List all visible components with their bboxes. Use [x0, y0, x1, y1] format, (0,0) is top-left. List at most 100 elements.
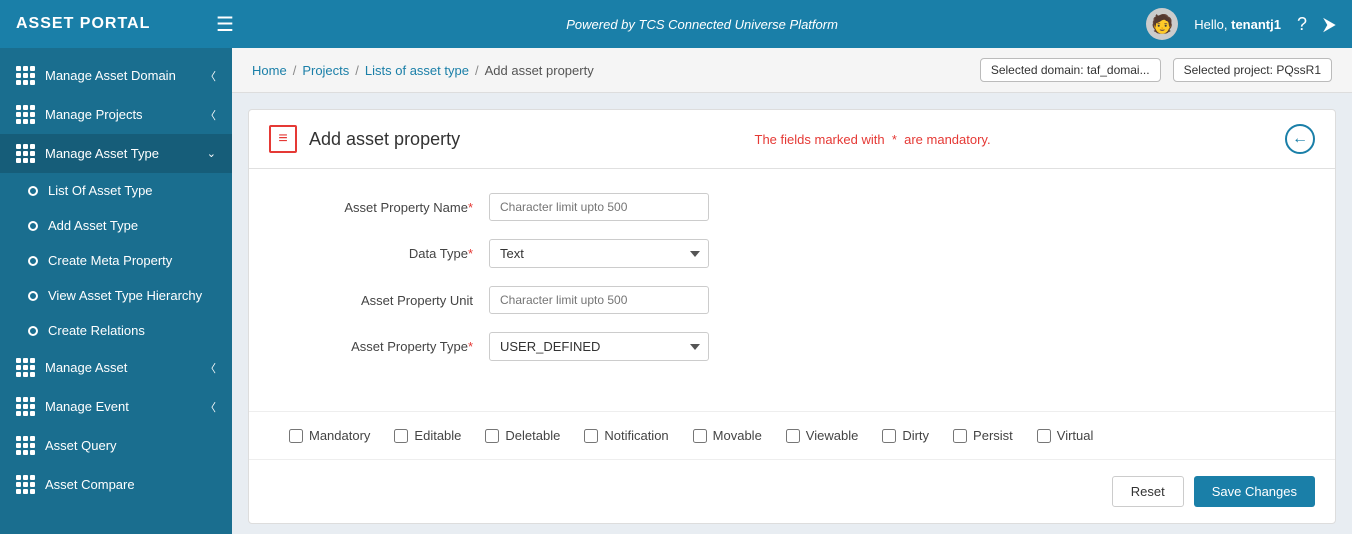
sidebar-item-manage-asset-domain[interactable]: Manage Asset Domain 〈	[0, 56, 232, 95]
unit-input[interactable]	[489, 286, 709, 314]
chevron-icon: 〈	[205, 399, 216, 415]
chevron-down-icon: ⌄	[207, 147, 216, 160]
sidebar-item-asset-query[interactable]: Asset Query	[0, 426, 232, 465]
avatar: 🧑	[1146, 8, 1178, 40]
sidebar-label: Create Relations	[48, 323, 145, 338]
data-type-select[interactable]: Text Number Boolean Date	[489, 239, 709, 268]
checkbox-deletable-input[interactable]	[485, 429, 499, 443]
checkbox-editable-input[interactable]	[394, 429, 408, 443]
app-logo: ASSET PORTAL	[16, 15, 216, 33]
checkbox-mandatory-input[interactable]	[289, 429, 303, 443]
grid-icon	[16, 358, 35, 377]
checkbox-row: Mandatory Editable Deletable Notificatio…	[249, 411, 1335, 459]
sidebar-label: View Asset Type Hierarchy	[48, 288, 202, 303]
form-row-data-type: Data Type* Text Number Boolean Date	[289, 239, 1295, 268]
mandatory-note: The fields marked with * are mandatory.	[755, 132, 991, 147]
sidebar-label: Asset Query	[45, 438, 117, 453]
checkbox-notification-input[interactable]	[584, 429, 598, 443]
sidebar-label: Manage Asset Domain	[45, 68, 176, 83]
breadcrumb-list[interactable]: Lists of asset type	[365, 63, 469, 78]
checkbox-persist-input[interactable]	[953, 429, 967, 443]
breadcrumb-bar: Home / Projects / Lists of asset type / …	[232, 48, 1352, 93]
grid-icon	[16, 144, 35, 163]
form-row-type: Asset Property Type* USER_DEFINED SYSTEM…	[289, 332, 1295, 361]
checkbox-dirty-input[interactable]	[882, 429, 896, 443]
sidebar-label: Manage Event	[45, 399, 129, 414]
breadcrumb-home[interactable]: Home	[252, 63, 287, 78]
sidebar-label: Asset Compare	[45, 477, 135, 492]
grid-icon	[16, 397, 35, 416]
back-button[interactable]: ←	[1285, 124, 1315, 154]
main-content: Home / Projects / Lists of asset type / …	[232, 48, 1352, 534]
form-body: Asset Property Name* Data Type* Text Num…	[249, 169, 1335, 403]
checkbox-movable-input[interactable]	[693, 429, 707, 443]
type-label: Asset Property Type*	[289, 339, 489, 354]
sidebar-label: Create Meta Property	[48, 253, 172, 268]
sidebar-label: Manage Asset Type	[45, 146, 159, 161]
sidebar-label: Add Asset Type	[48, 218, 138, 233]
sidebar: Manage Asset Domain 〈 Manage Projects 〈 …	[0, 48, 232, 534]
grid-icon	[16, 105, 35, 124]
grid-icon	[16, 436, 35, 455]
chevron-icon: 〈	[205, 107, 216, 123]
layout: Manage Asset Domain 〈 Manage Projects 〈 …	[0, 0, 1352, 534]
sidebar-item-manage-asset-type[interactable]: Manage Asset Type ⌄	[0, 134, 232, 173]
breadcrumb-projects[interactable]: Projects	[302, 63, 349, 78]
circle-icon	[28, 291, 38, 301]
save-button[interactable]: Save Changes	[1194, 476, 1315, 507]
action-row: Reset Save Changes	[249, 459, 1335, 523]
header: ASSET PORTAL ☰ Powered by TCS Connected …	[0, 0, 1352, 48]
sidebar-item-add-asset-type[interactable]: Add Asset Type	[0, 208, 232, 243]
checkbox-mandatory[interactable]: Mandatory	[289, 428, 370, 443]
checkbox-deletable[interactable]: Deletable	[485, 428, 560, 443]
sidebar-item-asset-compare[interactable]: Asset Compare	[0, 465, 232, 504]
type-select[interactable]: USER_DEFINED SYSTEM_DEFINED	[489, 332, 709, 361]
sidebar-item-view-hierarchy[interactable]: View Asset Type Hierarchy	[0, 278, 232, 313]
circle-icon	[28, 326, 38, 336]
checkbox-movable[interactable]: Movable	[693, 428, 762, 443]
checkbox-virtual[interactable]: Virtual	[1037, 428, 1094, 443]
circle-icon	[28, 256, 38, 266]
chevron-icon: 〈	[205, 360, 216, 376]
sidebar-label: Manage Projects	[45, 107, 143, 122]
hamburger-icon[interactable]: ☰	[216, 12, 234, 37]
page-title: Add asset property	[309, 129, 460, 150]
breadcrumb: Home / Projects / Lists of asset type / …	[252, 63, 594, 78]
data-type-label: Data Type*	[289, 246, 489, 261]
circle-icon	[28, 186, 38, 196]
checkbox-dirty[interactable]: Dirty	[882, 428, 929, 443]
sidebar-item-create-meta-property[interactable]: Create Meta Property	[0, 243, 232, 278]
grid-icon	[16, 475, 35, 494]
panel-icon	[269, 125, 297, 153]
checkbox-notification[interactable]: Notification	[584, 428, 668, 443]
help-icon[interactable]: ?	[1297, 14, 1307, 35]
checkbox-persist[interactable]: Persist	[953, 428, 1013, 443]
panel-title-group: Add asset property	[269, 125, 460, 153]
name-input[interactable]	[489, 193, 709, 221]
form-panel: Add asset property The fields marked wit…	[248, 109, 1336, 524]
sidebar-item-list-of-asset-type[interactable]: List Of Asset Type	[0, 173, 232, 208]
panel-header: Add asset property The fields marked wit…	[249, 110, 1335, 169]
sidebar-label: Manage Asset	[45, 360, 127, 375]
checkbox-viewable[interactable]: Viewable	[786, 428, 859, 443]
user-greeting: Hello, tenantj1	[1194, 17, 1281, 32]
header-tagline: Powered by TCS Connected Universe Platfo…	[258, 17, 1146, 32]
checkbox-editable[interactable]: Editable	[394, 428, 461, 443]
breadcrumb-selectors: Selected domain: taf_domai... Selected p…	[980, 58, 1332, 82]
sidebar-item-manage-event[interactable]: Manage Event 〈	[0, 387, 232, 426]
unit-label: Asset Property Unit	[289, 293, 489, 308]
circle-icon	[28, 221, 38, 231]
reset-button[interactable]: Reset	[1112, 476, 1184, 507]
sidebar-item-manage-asset[interactable]: Manage Asset 〈	[0, 348, 232, 387]
checkbox-virtual-input[interactable]	[1037, 429, 1051, 443]
sidebar-item-create-relations[interactable]: Create Relations	[0, 313, 232, 348]
checkbox-viewable-input[interactable]	[786, 429, 800, 443]
header-right: 🧑 Hello, tenantj1 ? ⮞	[1146, 8, 1336, 40]
name-label: Asset Property Name*	[289, 200, 489, 215]
logout-icon[interactable]: ⮞	[1323, 14, 1336, 35]
sidebar-item-manage-projects[interactable]: Manage Projects 〈	[0, 95, 232, 134]
domain-selector[interactable]: Selected domain: taf_domai...	[980, 58, 1161, 82]
project-selector[interactable]: Selected project: PQssR1	[1173, 58, 1332, 82]
sidebar-label: List Of Asset Type	[48, 183, 153, 198]
form-row-name: Asset Property Name*	[289, 193, 1295, 221]
